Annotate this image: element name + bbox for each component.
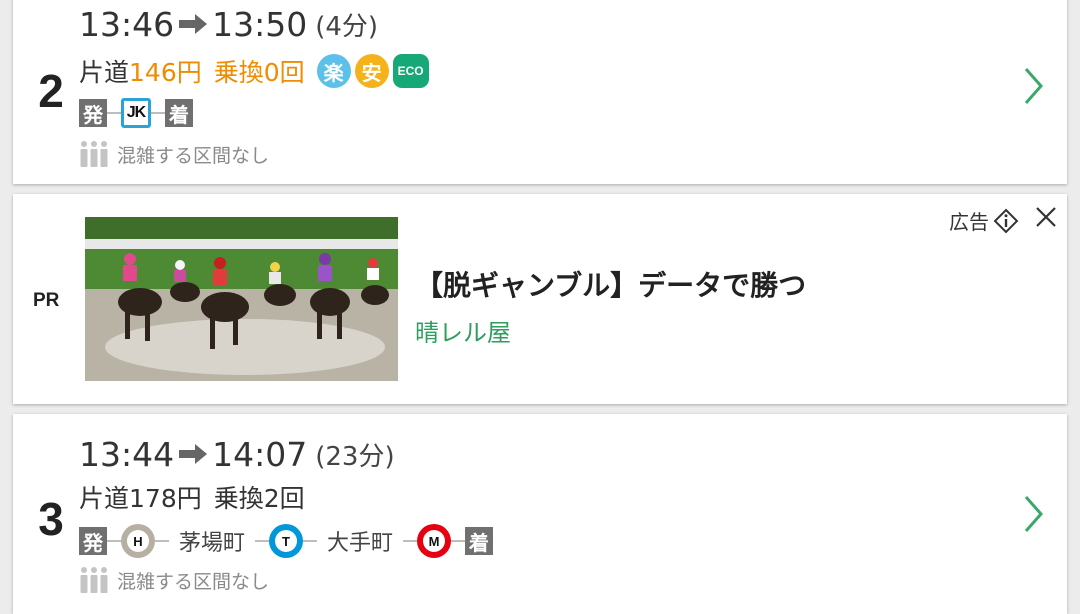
ad-image[interactable] [85,217,398,381]
station-otemachi: 大手町 [327,531,394,556]
arrow-right-icon [177,442,209,466]
people-icon [80,567,108,593]
arrive-time: 14:07 [212,434,308,474]
depart-time: 13:44 [79,434,175,474]
easy-badge: 楽 [316,54,351,88]
route-times: 13:46 13:50 (4分) [79,4,378,44]
line-hibiya-icon: H [121,524,155,558]
fare-line: 片道 146円 乗換0回 楽 安 ECO [79,52,429,90]
station-kayabacho: 茅場町 [179,531,246,556]
route-path: 発 JK 着 [79,96,193,130]
route-card-3[interactable]: 3 13:44 14:07 (23分) 片道 178円 乗換2回 発 H 茅場町… [13,414,1067,614]
route-number: 3 [38,493,64,545]
fare-value: 178円 [129,484,202,513]
line-tozai-icon: T [269,524,304,558]
start-node: 発 [79,99,107,127]
end-node: 着 [465,527,494,555]
ad-title[interactable]: 【脱ギャンブル】データで勝つ [415,264,806,304]
crowd-text: 混雑する区間なし [117,570,270,593]
transfer-count: 乗換0回 [213,58,305,87]
ad-card[interactable]: PR 【脱ギャンブル】データで勝つ 晴レル屋 広告 [13,194,1067,404]
line-jk-icon: JK [121,98,151,128]
fare-label: 片道 [79,58,130,87]
chevron-right-icon[interactable] [1023,494,1045,534]
cheap-badge: 安 [354,54,389,88]
arrive-time: 13:50 [212,4,308,44]
crowd-text: 混雑する区間なし [117,144,270,167]
arrow-right-icon [177,12,209,36]
route-card-2[interactable]: 2 13:46 13:50 (4分) 片道 146円 乗換0回 楽 安 ECO … [13,0,1067,184]
crowd-info: 混雑する区間なし [79,566,269,594]
info-icon[interactable] [993,208,1019,234]
crowd-info: 混雑する区間なし [79,140,269,168]
end-node: 着 [165,99,193,127]
ad-label: 広告 [949,206,1019,235]
people-icon [80,141,108,167]
depart-time: 13:46 [79,4,175,44]
route-times: 13:44 14:07 (23分) [79,434,395,474]
route-path: 発 H 茅場町 T 大手町 M 着 [79,524,494,558]
ad-brand[interactable]: 晴レル屋 [415,313,511,348]
fare-label: 片道 [79,484,130,513]
eco-badge: ECO [392,54,429,88]
ad-label-text: 広告 [949,210,989,234]
line-marunouchi-icon: M [417,524,452,558]
close-icon[interactable] [1033,204,1059,230]
fare-value: 146円 [129,58,202,87]
route-number: 2 [38,65,64,117]
duration: (23分) [315,441,395,472]
chevron-right-icon[interactable] [1023,66,1045,106]
start-node: 発 [79,527,107,555]
transfer-count: 乗換2回 [213,484,305,513]
duration: (4分) [315,11,379,42]
fare-line: 片道 178円 乗換2回 [79,478,305,516]
pr-label: PR [33,290,60,311]
